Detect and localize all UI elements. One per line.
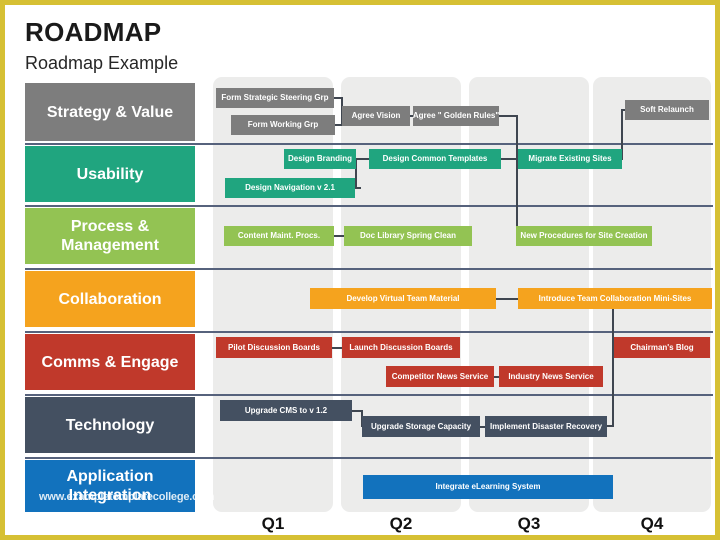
task-box[interactable]: Soft Relaunch	[625, 100, 709, 120]
connector-line-4	[498, 115, 517, 117]
roadmap-slide: ROADMAP Roadmap Example Strategy & Value…	[0, 0, 720, 540]
task-box[interactable]: Industry News Service	[499, 366, 603, 387]
task-box[interactable]: Form Strategic Steering Grp	[216, 88, 334, 108]
task-box[interactable]: Design Common Templates	[369, 149, 501, 169]
task-box[interactable]: Integrate eLearning System	[363, 475, 613, 499]
category-collaboration[interactable]: Collaboration	[25, 271, 195, 327]
connector-line-15	[494, 298, 519, 300]
task-box[interactable]: Competitor News Service	[386, 366, 494, 387]
row-separator-1	[25, 205, 713, 207]
task-box[interactable]: Agree " Golden Rules"	[413, 106, 499, 126]
page-subtitle: Roadmap Example	[25, 53, 179, 73]
task-box[interactable]: Upgrade Storage Capacity	[362, 416, 480, 437]
task-box[interactable]: Pilot Discussion Boards	[216, 337, 332, 358]
quarter-label-q2: Q2	[389, 514, 413, 533]
row-separator-2	[25, 268, 713, 270]
task-box[interactable]: Design Branding	[284, 149, 356, 169]
category-application-integration[interactable]: Application Integration	[25, 460, 195, 512]
row-separator-0	[25, 143, 713, 145]
quarter-label-q4: Q4	[640, 514, 664, 533]
connector-line-5	[516, 115, 518, 235]
category-technology[interactable]: Technology	[25, 397, 195, 453]
task-box[interactable]: Migrate Existing Sites	[518, 149, 622, 169]
task-box[interactable]: Chairman's Blog	[614, 337, 710, 358]
connector-line-7	[355, 158, 370, 160]
task-box[interactable]: New Procedures for Site Creation	[516, 226, 652, 246]
row-separator-5	[25, 457, 713, 459]
task-box[interactable]: Agree Vision	[342, 106, 410, 126]
category-usability[interactable]: Usability	[25, 146, 195, 202]
task-box[interactable]: Introduce Team Collaboration Mini-Sites	[518, 288, 712, 309]
connector-line-9	[355, 187, 361, 189]
page-title: ROADMAP	[25, 17, 162, 47]
category-process-management[interactable]: Process & Management	[25, 208, 195, 264]
row-separator-3	[25, 331, 713, 333]
task-box[interactable]: Form Working Grp	[231, 115, 335, 135]
category-strategy-value[interactable]: Strategy & Value	[25, 83, 195, 141]
task-box[interactable]: Develop Virtual Team Material	[310, 288, 496, 309]
connector-line-10	[500, 158, 519, 160]
task-box[interactable]: Design Navigation v 2.1	[225, 178, 355, 198]
task-box[interactable]: Upgrade CMS to v 1.2	[220, 400, 352, 421]
task-box[interactable]: Launch Discussion Boards	[342, 337, 460, 358]
task-box[interactable]: Content Maint. Procs.	[224, 226, 334, 246]
connector-line-16	[612, 308, 614, 426]
task-box[interactable]: Implement Disaster Recovery	[485, 416, 607, 437]
quarter-label-q1: Q1	[261, 514, 285, 533]
row-separator-4	[25, 394, 713, 396]
task-box[interactable]: Doc Library Spring Clean	[344, 226, 472, 246]
quarter-label-q3: Q3	[517, 514, 541, 533]
category-comms-engage[interactable]: Comms & Engage	[25, 334, 195, 390]
